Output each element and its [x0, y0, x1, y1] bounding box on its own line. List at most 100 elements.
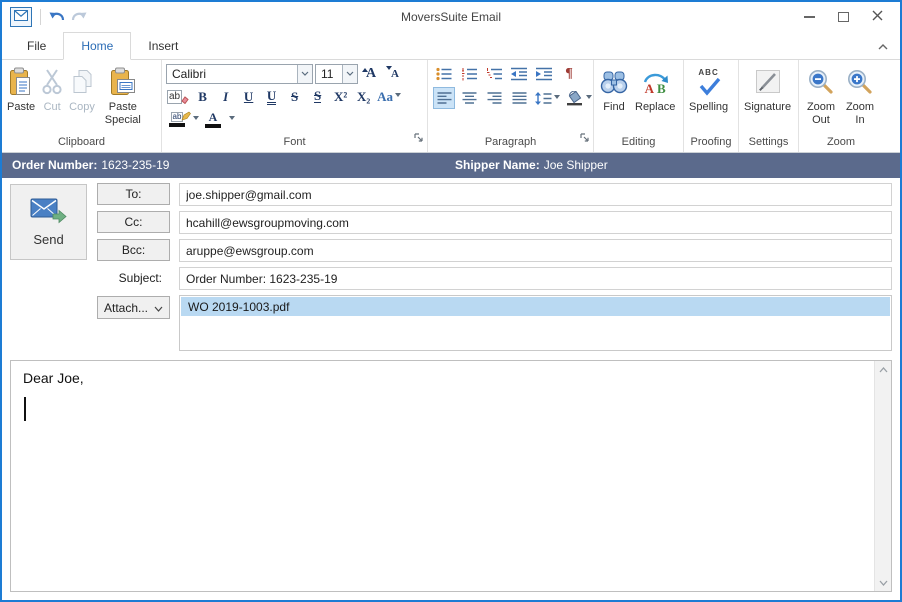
replace-button[interactable]: A B Replace — [632, 62, 678, 114]
line-spacing-icon — [535, 92, 552, 105]
find-button[interactable]: Find — [596, 62, 632, 114]
to-button[interactable]: To: — [97, 183, 170, 205]
align-right-button[interactable] — [483, 87, 505, 109]
collapse-ribbon-button[interactable] — [874, 38, 892, 54]
text-highlight-button[interactable]: ab — [166, 109, 188, 130]
numbering-icon — [461, 67, 477, 81]
align-left-button[interactable] — [433, 87, 455, 109]
clear-formatting-button[interactable]: ab — [166, 86, 190, 107]
scroll-down-button[interactable] — [875, 574, 892, 591]
superscript-button[interactable]: X² — [330, 86, 351, 107]
cc-button[interactable]: Cc: — [97, 211, 170, 233]
font-color-button[interactable]: A — [202, 109, 224, 130]
font-color-dropdown[interactable] — [226, 109, 236, 130]
zoom-out-icon — [807, 65, 835, 99]
compose-form: Send To: Cc: Bcc: Subject: Attach... WO … — [2, 178, 900, 600]
line-spacing-button[interactable] — [533, 87, 561, 109]
grow-font-button[interactable]: A — [360, 63, 382, 84]
bullets-button[interactable] — [433, 63, 455, 85]
multilevel-list-button[interactable] — [483, 63, 505, 85]
paragraph-marks-button[interactable]: ¶ — [558, 63, 580, 85]
app-menu-button[interactable] — [10, 7, 32, 27]
send-button[interactable]: Send — [10, 184, 87, 260]
decrease-indent-button[interactable] — [508, 63, 530, 85]
redo-button[interactable] — [68, 7, 90, 27]
underline-button[interactable]: U — [238, 86, 259, 107]
cut-button[interactable]: Cut — [38, 62, 66, 114]
bcc-input[interactable] — [179, 239, 892, 262]
undo-button[interactable] — [46, 7, 68, 27]
attachment-item-selected[interactable]: WO 2019-1003.pdf — [181, 297, 890, 316]
shading-button[interactable] — [564, 87, 594, 109]
signature-button[interactable]: Signature — [741, 62, 794, 114]
paste-button[interactable]: Paste — [4, 62, 38, 114]
numbering-button[interactable] — [458, 63, 480, 85]
zoom-out-button[interactable]: Zoom Out — [801, 62, 841, 126]
subscript-button[interactable]: X₂ — [353, 86, 374, 107]
copy-button[interactable]: Copy — [66, 62, 98, 114]
zoom-in-button[interactable]: Zoom In — [841, 62, 879, 126]
font-family-combobox[interactable]: Calibri — [166, 64, 313, 84]
settings-group-label: Settings — [741, 135, 796, 152]
ribbon-group-paragraph: ¶ — [428, 60, 594, 152]
italic-glyph: I — [223, 89, 228, 105]
minimize-icon — [804, 16, 815, 18]
spelling-label: Spelling — [689, 101, 728, 114]
send-envelope-icon — [30, 197, 68, 228]
order-number-group: Order Number:1623-235-19 — [12, 158, 169, 172]
cut-label: Cut — [44, 101, 61, 114]
title-bar: MoversSuite Email — [2, 2, 900, 32]
shrink-font-button[interactable]: A — [384, 63, 406, 84]
double-underline-glyph: U — [267, 89, 276, 105]
increase-indent-button[interactable] — [533, 63, 555, 85]
to-input[interactable] — [179, 183, 892, 206]
change-case-button[interactable]: Aa — [376, 86, 402, 107]
cc-label: Cc: — [125, 215, 143, 229]
ribbon: Paste Cut Copy — [2, 60, 900, 153]
cc-input[interactable] — [179, 211, 892, 234]
text-highlight-dropdown[interactable] — [190, 109, 200, 130]
subject-input[interactable] — [179, 267, 892, 290]
double-strikethrough-glyph: S — [314, 90, 321, 103]
italic-button[interactable]: I — [215, 86, 236, 107]
paste-special-button[interactable]: Paste Special — [98, 62, 148, 126]
font-color-swatch — [205, 124, 221, 128]
replace-icon: A B — [641, 65, 669, 99]
scroll-up-button[interactable] — [875, 361, 892, 378]
tab-file[interactable]: File — [10, 33, 63, 59]
replace-label: Replace — [635, 101, 675, 114]
double-underline-button[interactable]: U — [261, 86, 282, 107]
strikethrough-button[interactable]: S — [284, 86, 305, 107]
double-strikethrough-button[interactable]: S — [307, 86, 328, 107]
underline-glyph: U — [244, 89, 253, 105]
tab-home[interactable]: Home — [63, 32, 131, 60]
grow-font-arrow-icon — [362, 65, 368, 72]
font-size-value: 11 — [316, 67, 342, 81]
minimize-button[interactable] — [792, 2, 826, 32]
paragraph-dialog-launcher[interactable] — [580, 130, 590, 148]
close-button[interactable] — [860, 2, 894, 32]
vertical-scrollbar[interactable] — [874, 361, 891, 591]
tab-insert[interactable]: Insert — [131, 33, 195, 59]
justify-button[interactable] — [508, 87, 530, 109]
ribbon-group-settings: Signature Settings — [739, 60, 799, 152]
bold-glyph: B — [198, 89, 207, 105]
attachment-list[interactable]: WO 2019-1003.pdf — [179, 295, 892, 351]
attach-label: Attach... — [104, 301, 148, 315]
font-dialog-launcher[interactable] — [414, 130, 424, 148]
font-size-dropdown-icon[interactable] — [342, 65, 357, 83]
spelling-button[interactable]: ABC Spelling — [686, 62, 731, 114]
decrease-indent-icon — [510, 67, 528, 81]
align-center-button[interactable] — [458, 87, 480, 109]
bcc-button[interactable]: Bcc: — [97, 239, 170, 261]
font-family-dropdown-icon[interactable] — [297, 65, 312, 83]
maximize-button[interactable] — [826, 2, 860, 32]
highlight-dropdown-icon — [193, 116, 199, 123]
attachment-filename: WO 2019-1003.pdf — [188, 300, 289, 314]
message-body-editor[interactable]: Dear Joe, — [10, 360, 892, 592]
eraser-icon — [180, 96, 189, 104]
bold-button[interactable]: B — [192, 86, 213, 107]
font-size-combobox[interactable]: 11 — [315, 64, 358, 84]
editing-group-label: Editing — [596, 135, 681, 152]
attach-button[interactable]: Attach... — [97, 296, 170, 319]
